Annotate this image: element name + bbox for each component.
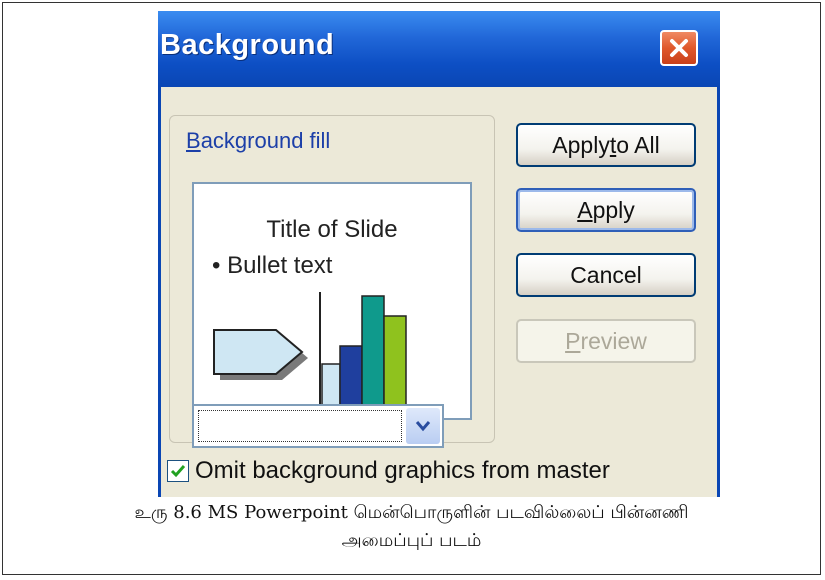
cancel-button[interactable]: Cancel	[516, 253, 696, 297]
accelerator-g: g	[384, 457, 398, 484]
omit-background-graphics-checkbox[interactable]	[167, 460, 189, 482]
chevron-down-icon	[415, 421, 431, 432]
preview-chart-bar-3	[361, 295, 385, 417]
caption-line-2: அமைப்புப் படம்	[341, 530, 482, 551]
background-dialog: Background Background fill Title of Slid…	[158, 11, 720, 497]
preview-button[interactable]: Preview	[516, 319, 696, 363]
close-button[interactable]	[660, 30, 698, 66]
dropdown-button[interactable]	[406, 408, 440, 444]
title-bar[interactable]: Background	[158, 11, 720, 87]
accelerator-a: A	[577, 196, 593, 223]
figure-frame: Background Background fill Title of Slid…	[2, 2, 821, 575]
preview-chart-bar-4	[383, 315, 407, 417]
slide-preview: Title of Slide • Bullet text	[192, 182, 472, 420]
caption-line-1: உரு 8.6 MS Powerpoint மென்பொருளின் படவில…	[134, 502, 689, 523]
figure-caption: உரு 8.6 MS Powerpoint மென்பொருளின் படவில…	[3, 499, 820, 555]
accelerator-b: B	[186, 128, 201, 153]
dialog-title: Background	[160, 29, 335, 61]
fill-dropdown-value	[198, 410, 402, 442]
background-fill-group: Background fill Title of Slide • Bullet …	[169, 115, 495, 448]
background-fill-label: Background fill	[182, 128, 335, 154]
omit-background-graphics-row[interactable]: Omit background graphics from master	[167, 457, 610, 485]
dialog-client-area: Background fill Title of Slide • Bullet …	[158, 87, 720, 497]
checkmark-icon	[170, 465, 186, 478]
fill-dropdown[interactable]	[192, 404, 444, 448]
apply-to-all-button[interactable]: Apply to All	[516, 123, 696, 167]
omit-background-graphics-label: Omit background graphics from master	[195, 457, 610, 484]
close-icon	[670, 39, 688, 57]
apply-button[interactable]: Apply	[516, 188, 696, 232]
preview-graphics	[213, 292, 438, 417]
accelerator-p: P	[565, 327, 581, 354]
